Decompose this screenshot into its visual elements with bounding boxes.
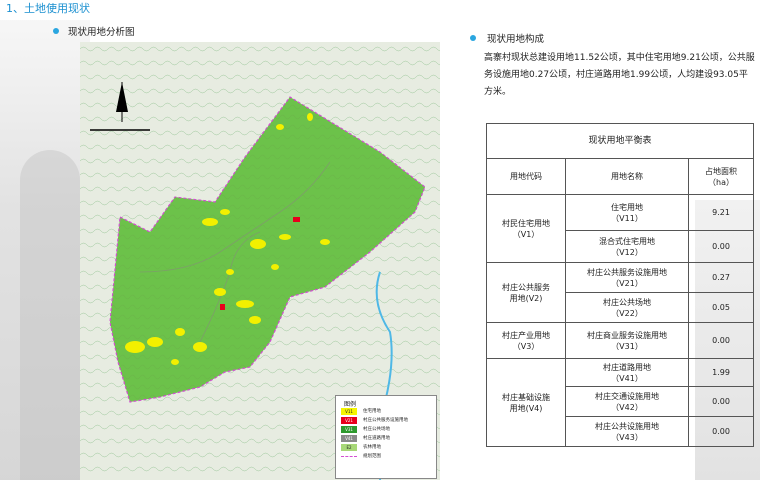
legend-label: 村庄道路用地 (363, 436, 390, 441)
legend-label: 规划范围 (363, 454, 381, 459)
public-service-patch (220, 304, 225, 310)
legend-item: V21 村庄公共服务设施用地 (341, 417, 436, 425)
map-subtitle: 现状用地分析图 (68, 27, 135, 38)
land-name: 村庄公共场地 （V22） (565, 292, 689, 323)
table-row: 村民住宅用地 （V1） 住宅用地 （V11） 9.21 (486, 194, 754, 263)
map-legend: 图例 V11 住宅用地 V21 村庄公共服务设施用地 V31 村庄公共场地 V4… (335, 395, 437, 479)
land-balance-table: 现状用地平衡表 用地代码 用地名称 占地面积 （ha） 村民住宅用地 （V1） 住宅… (486, 123, 754, 447)
header-area: 占地面积 （ha） (688, 158, 754, 195)
land-area: 0.00 (688, 416, 754, 447)
table-row: 村庄基础设施 用地(V4) 村庄道路用地 （V41） 1.99 (486, 358, 754, 447)
legend-item: E2 农林用地 (341, 444, 436, 452)
section-title: 1、土地使用现状 (6, 2, 90, 15)
legend-item: V41 村庄道路用地 (341, 435, 436, 443)
land-area: 9.21 (688, 194, 754, 231)
bullet-icon (470, 35, 476, 41)
header-code: 用地代码 (486, 158, 566, 195)
land-name: 混合式住宅用地 （V12） (565, 230, 689, 263)
legend-swatch: V31 (341, 426, 357, 433)
land-name: 村庄交通设施用地 （V42） (565, 386, 689, 417)
land-name: 村庄道路用地 （V41） (565, 358, 689, 387)
land-area: 0.05 (688, 292, 754, 323)
land-area: 0.00 (688, 230, 754, 263)
land-name: 村庄公共服务设施用地 （V21） (565, 262, 689, 293)
land-area: 0.00 (688, 386, 754, 417)
legend-item: 规划范围 (341, 453, 436, 461)
group-code: 村民住宅用地 （V1） (486, 194, 566, 263)
land-name: 村庄公共设施用地 （V43） (565, 416, 689, 447)
group-code: 村庄产业用地 （V3） (486, 322, 566, 359)
land-area: 0.00 (688, 322, 754, 359)
legend-swatch: V11 (341, 408, 357, 415)
composition-paragraph: 高寨村现状总建设用地11.52公顷，其中住宅用地9.21公顷，公共服务设施用地0… (484, 53, 755, 97)
land-name: 住宅用地 （V11） (565, 194, 689, 231)
bullet-icon (53, 28, 59, 34)
legend-swatch: V21 (341, 417, 357, 424)
legend-item: V11 住宅用地 (341, 408, 436, 416)
header-name: 用地名称 (565, 158, 689, 195)
composition-subtitle: 现状用地构成 (487, 34, 545, 45)
legend-swatch: E2 (341, 444, 357, 451)
land-name: 村庄商业服务设施用地 （V31） (565, 322, 689, 359)
background-trunk-left (20, 150, 80, 480)
table-row: 村庄产业用地 （V3） 村庄商业服务设施用地 （V31） 0.00 (486, 322, 754, 359)
land-area: 1.99 (688, 358, 754, 387)
legend-label: 村庄公共服务设施用地 (363, 418, 408, 423)
land-use-map: 图例 V11 住宅用地 V21 村庄公共服务设施用地 V31 村庄公共场地 V4… (80, 42, 440, 480)
land-area: 0.27 (688, 262, 754, 293)
table-title: 现状用地平衡表 (486, 123, 754, 159)
legend-label: 住宅用地 (363, 409, 381, 414)
group-code: 村庄基础设施 用地(V4) (486, 358, 566, 447)
public-service-patch (293, 217, 300, 222)
legend-swatch: V41 (341, 435, 357, 442)
legend-title: 图例 (344, 401, 357, 408)
legend-item: V31 村庄公共场地 (341, 426, 436, 434)
legend-label: 农林用地 (363, 445, 381, 450)
legend-swatch (341, 456, 357, 460)
group-code: 村庄公共服务 用地(V2) (486, 262, 566, 323)
table-row: 村庄公共服务 用地(V2) 村庄公共服务设施用地 （V21） 0.27 (486, 262, 754, 323)
legend-label: 村庄公共场地 (363, 427, 390, 432)
